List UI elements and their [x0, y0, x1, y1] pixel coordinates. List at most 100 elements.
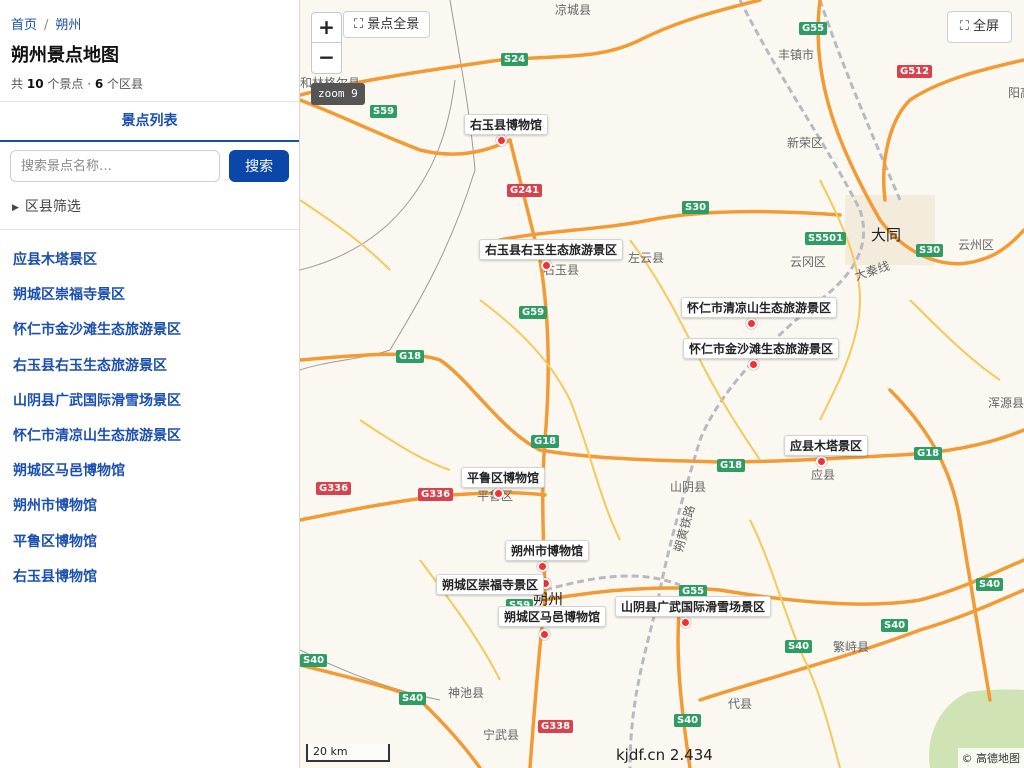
page-title: 朔州景点地图	[11, 45, 119, 66]
sidebar: 首页 / 朔州 朔州景点地图 共 10 个景点 · 6 个区县 景点列表 搜索 ▶ 区…	[0, 0, 300, 768]
search-button[interactable]: 搜索	[229, 150, 289, 182]
search-bar: 搜索	[0, 142, 299, 182]
road-shield: G338	[538, 720, 574, 733]
fullscreen-button-label: 全屏	[972, 19, 999, 34]
app-window: 首页 / 朔州 朔州景点地图 共 10 个景点 · 6 个区县 景点列表 搜索 ▶ 区…	[0, 0, 1024, 768]
spot-list-item[interactable]: 山阴县广武国际滑雪场景区	[0, 388, 299, 423]
overview-button-label: 景点全景	[367, 17, 420, 32]
marker-dot-icon	[816, 456, 827, 467]
road-shield: S40	[399, 692, 427, 705]
tab-spot-list[interactable]: 景点列表	[0, 102, 299, 142]
marker-label[interactable]: 右玉县右玉生态旅游景区	[479, 239, 624, 260]
map-base-layer	[300, 0, 1024, 768]
marker-label[interactable]: 怀仁市金沙滩生态旅游景区	[683, 338, 840, 359]
place-label: 云州区	[958, 238, 995, 252]
sidebar-header: 首页 / 朔州 朔州景点地图 共 10 个景点 · 6 个区县	[0, 0, 299, 102]
search-input[interactable]	[10, 150, 221, 182]
place-label: 代县	[728, 697, 753, 711]
road-shield: S30	[682, 201, 710, 214]
spots-unit: 个景点 ·	[47, 77, 92, 91]
road-shield: S59	[370, 105, 398, 118]
marker-dot-icon	[748, 359, 759, 370]
spot-list-item[interactable]: 应县木塔景区	[0, 247, 299, 282]
marker-label[interactable]: 右玉县博物馆	[464, 114, 549, 135]
spot-list-item[interactable]: 平鲁区博物馆	[0, 529, 299, 564]
marker-label[interactable]: 朔城区马邑博物馆	[498, 606, 607, 627]
marker-label[interactable]: 平鲁区博物馆	[461, 467, 546, 488]
district-filter-label: 区县筛选	[24, 199, 81, 215]
road-shield: G241	[507, 184, 543, 197]
zoom-out-button[interactable]: −	[312, 43, 341, 73]
place-label: 阳高	[1008, 86, 1024, 100]
place-label: 繁峙县	[833, 640, 870, 654]
marker-dot-icon	[496, 135, 507, 146]
spot-list-item[interactable]: 右玉县右玉生态旅游景区	[0, 353, 299, 388]
marker-label[interactable]: 朔州市博物馆	[505, 540, 590, 561]
spot-list-item[interactable]: 朔城区崇福寺景区	[0, 282, 299, 317]
districts-count: 6	[94, 77, 104, 91]
meta-prefix: 共	[11, 77, 24, 91]
breadcrumb-home-link[interactable]: 首页	[11, 18, 37, 33]
road-shield: S40	[976, 578, 1004, 591]
road-shield: G18	[914, 447, 943, 460]
breadcrumb: 首页 / 朔州	[11, 14, 287, 33]
spot-list-item[interactable]: 朔城区马邑博物馆	[0, 458, 299, 493]
fullscreen-button[interactable]: ⛶ 全屏	[946, 11, 1012, 43]
spot-list-item[interactable]: 右玉县博物馆	[0, 564, 299, 599]
place-label: 应县	[811, 468, 836, 482]
road-shield: S24	[501, 53, 529, 66]
road-shield: G336	[418, 488, 454, 501]
road-shield: G59	[519, 306, 548, 319]
spots-count: 10	[26, 77, 44, 91]
marker-dot-icon	[746, 318, 757, 329]
road-shield: S5501	[805, 232, 847, 245]
breadcrumb-separator: /	[44, 18, 49, 33]
marker-label[interactable]: 怀仁市清凉山生态旅游景区	[681, 297, 838, 318]
marker-dot-icon	[541, 260, 552, 271]
spot-list-item[interactable]: 怀仁市清凉山生态旅游景区	[0, 423, 299, 458]
road-shield: S40	[785, 640, 813, 653]
zoom-level-badge: zoom 9	[311, 83, 365, 105]
place-label: 宁武县	[483, 728, 520, 742]
road-shield: S40	[300, 654, 328, 667]
fullscreen-icon: ⛶	[959, 19, 973, 34]
marker-label[interactable]: 应县木塔景区	[784, 435, 869, 456]
marker-label[interactable]: 朔城区崇福寺景区	[436, 574, 545, 595]
overview-button[interactable]: ⛶ 景点全景	[343, 11, 431, 38]
place-label: 山阴县	[670, 480, 707, 494]
map-canvas[interactable]: 凉城县 丰镇市 新荣区 和林格尔县 阳高 大同 云州区 云冈区 左云县 右玉县 …	[300, 0, 1024, 768]
place-label: 云冈区	[790, 255, 827, 269]
place-label: 浑源县	[988, 396, 1024, 410]
road-shield: S40	[881, 619, 909, 632]
city-label: 大同	[871, 226, 902, 244]
breadcrumb-city-link[interactable]: 朔州	[55, 18, 81, 33]
road-shield: G18	[531, 435, 560, 448]
place-label: 丰镇市	[778, 48, 815, 62]
marker-dot-icon	[537, 561, 548, 572]
major-roads	[300, 0, 1024, 768]
zoom-control: + −	[311, 12, 342, 74]
place-label: 凉城县	[555, 3, 592, 17]
place-label: 左云县	[628, 251, 665, 265]
spot-list-item[interactable]: 朔州市博物馆	[0, 493, 299, 528]
expand-icon: ⛶	[354, 17, 368, 32]
zoom-in-button[interactable]: +	[312, 13, 341, 43]
spot-list: 应县木塔景区 朔城区崇福寺景区 怀仁市金沙滩生态旅游景区 右玉县右玉生态旅游景区…	[0, 230, 299, 599]
place-label: 新荣区	[787, 136, 824, 150]
spot-list-item[interactable]: 怀仁市金沙滩生态旅游景区	[0, 317, 299, 352]
road-shield: G336	[316, 482, 352, 495]
summary-counts: 共 10 个景点 · 6 个区县	[11, 75, 287, 92]
road-shield: G512	[897, 65, 933, 78]
scale-bar: 20 km	[306, 744, 390, 762]
road-shield: G18	[717, 459, 746, 472]
map-attribution[interactable]: © 高德地图	[957, 748, 1024, 768]
marker-dot-icon	[539, 629, 550, 640]
road-shield: G55	[799, 22, 828, 35]
marker-label[interactable]: 山阴县广武国际滑雪场景区	[615, 596, 772, 617]
road-shield: S30	[916, 244, 944, 257]
road-shield: G18	[396, 350, 425, 363]
disclosure-triangle-icon: ▶	[12, 203, 19, 213]
districts-unit: 个区县	[107, 77, 144, 91]
district-filter-toggle[interactable]: ▶ 区县筛选	[0, 182, 299, 230]
place-label: 神池县	[448, 686, 485, 700]
